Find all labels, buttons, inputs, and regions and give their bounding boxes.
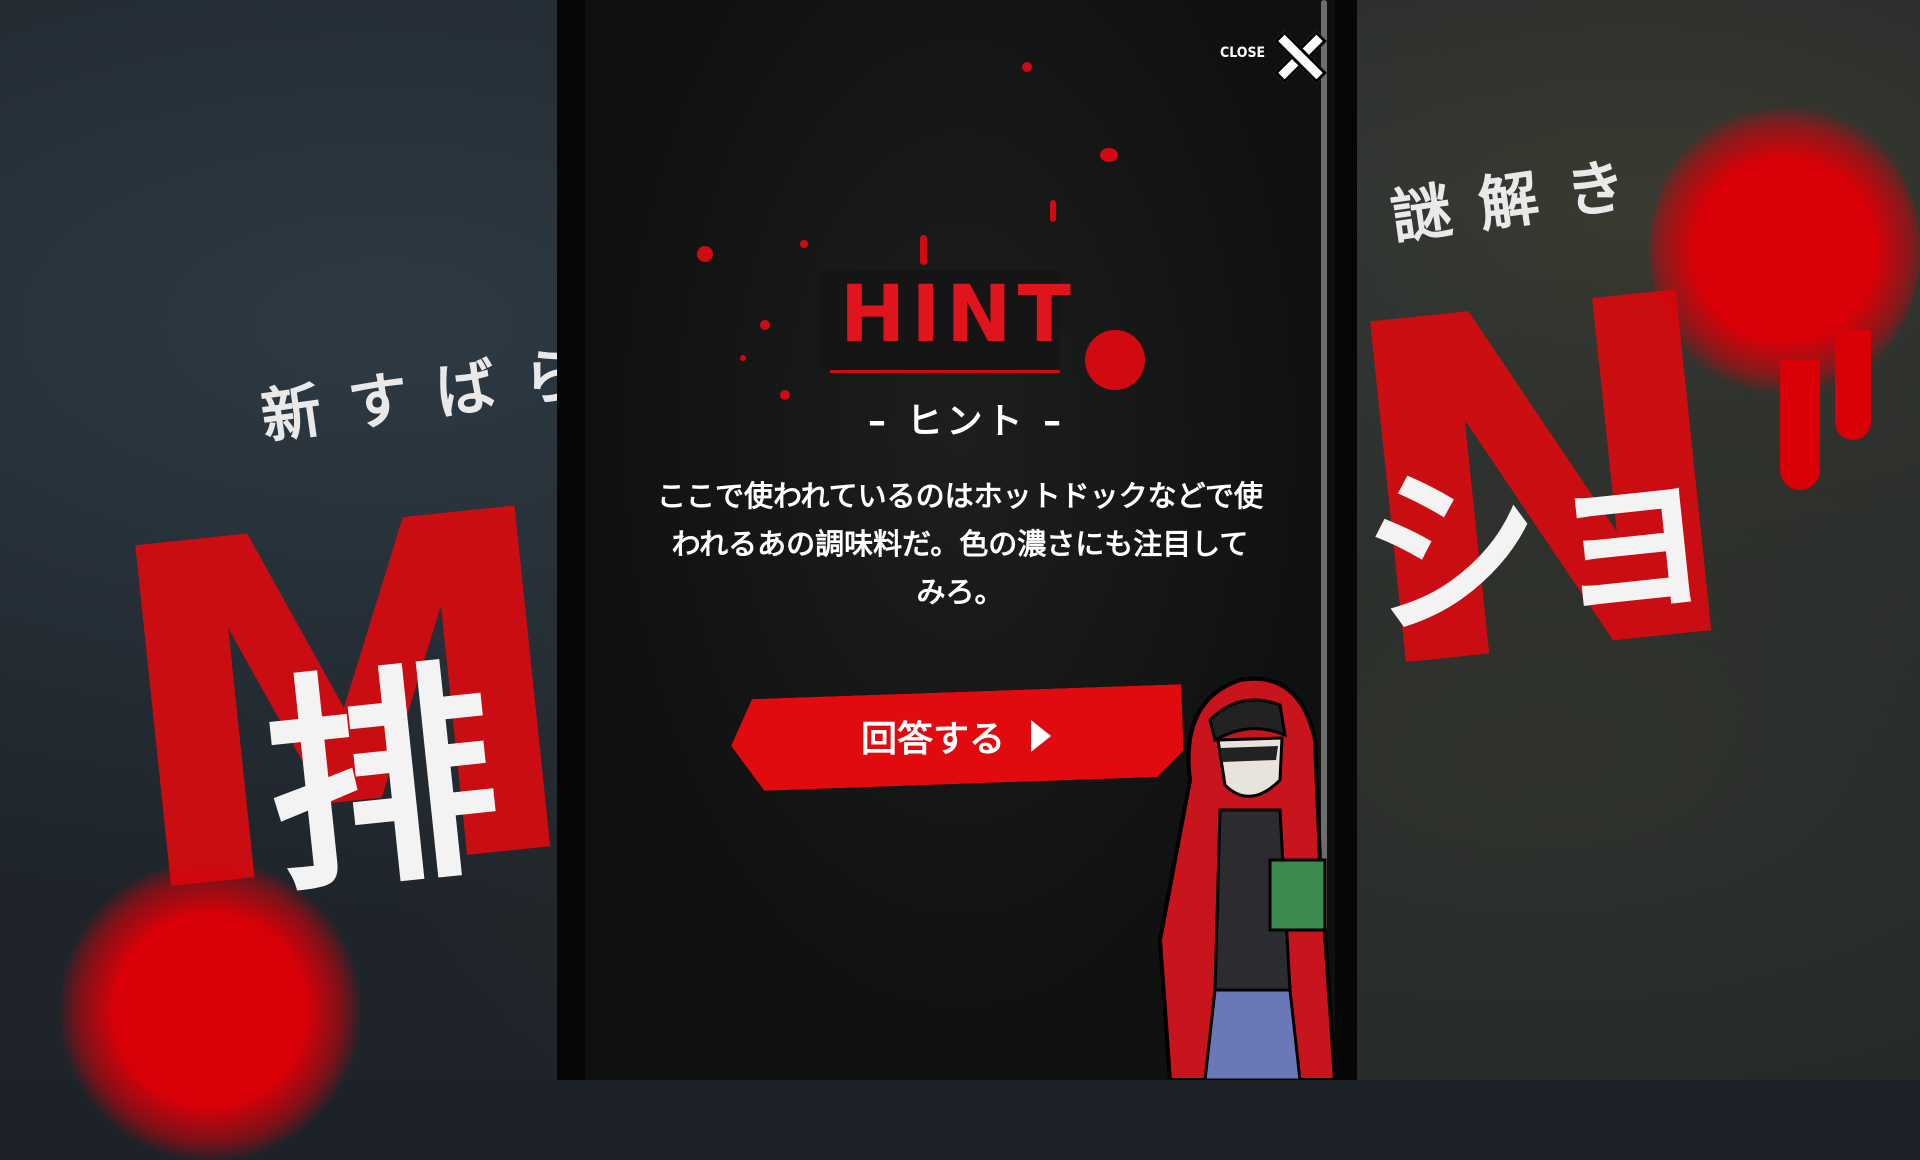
spray-paint-splash xyxy=(1650,100,1920,400)
hint-text-line: われるあの調味料だ。色の濃さにも注目して xyxy=(671,527,1249,561)
spray-paint-splash xyxy=(60,860,360,1160)
background-glyph-right: ショ xyxy=(1351,419,1732,666)
hint-subtitle: – ヒント – xyxy=(868,401,1066,442)
hint-text-line: みろ。 xyxy=(916,575,1004,609)
hint-text: ここで使われているのはホットドックなどで使 われるあの調味料だ。色の濃さにも注目… xyxy=(640,472,1280,616)
hooded-character-illustration xyxy=(1157,676,1335,1080)
hint-text-line: ここで使われているのはホットドックなどで使 xyxy=(656,479,1264,513)
paint-drip xyxy=(1780,360,1820,490)
close-label: CLOSE xyxy=(1220,45,1266,61)
close-icon xyxy=(1271,27,1320,79)
close-button[interactable]: CLOSE xyxy=(1220,18,1320,88)
hint-title-underline xyxy=(830,370,1060,373)
hint-title: HINT xyxy=(840,270,1077,360)
answer-button[interactable]: 回答する xyxy=(731,692,1183,784)
play-arrow-icon xyxy=(1031,720,1051,752)
answer-button-label: 回答する xyxy=(861,719,1006,760)
paint-drip xyxy=(1835,330,1871,440)
